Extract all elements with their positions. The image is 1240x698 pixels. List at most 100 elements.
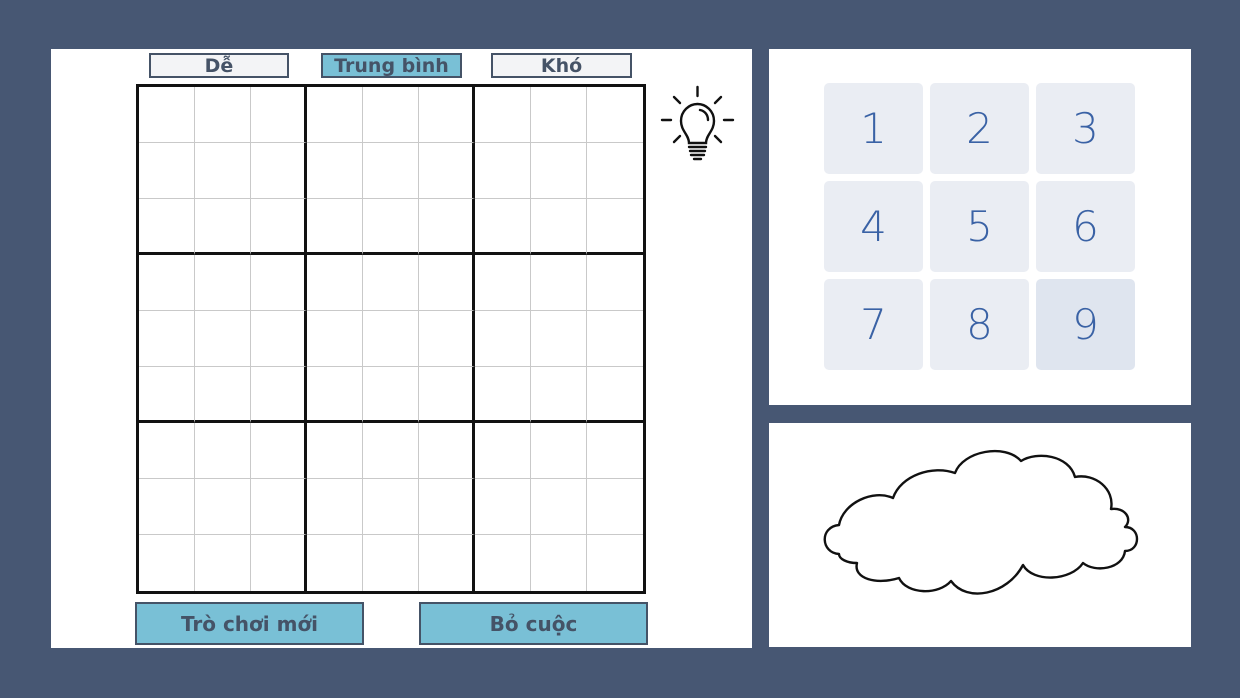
sudoku-cell[interactable] (475, 255, 531, 311)
sudoku-cell[interactable] (139, 367, 195, 423)
number-key-7[interactable]: 7 (824, 279, 923, 370)
sudoku-cell[interactable] (139, 311, 195, 367)
sudoku-cell[interactable] (307, 535, 363, 591)
sudoku-cell[interactable] (587, 311, 643, 367)
sudoku-cell[interactable] (363, 255, 419, 311)
sudoku-cell[interactable] (139, 535, 195, 591)
sudoku-cell[interactable] (531, 87, 587, 143)
sudoku-cell[interactable] (419, 535, 475, 591)
sudoku-cell[interactable] (531, 535, 587, 591)
sudoku-cell[interactable] (363, 143, 419, 199)
sudoku-cell[interactable] (419, 367, 475, 423)
sudoku-cell[interactable] (251, 311, 307, 367)
sudoku-cell[interactable] (195, 423, 251, 479)
number-key-2[interactable]: 2 (930, 83, 1029, 174)
number-key-8[interactable]: 8 (930, 279, 1029, 370)
number-key-4[interactable]: 4 (824, 181, 923, 272)
number-key-1[interactable]: 1 (824, 83, 923, 174)
sudoku-cell[interactable] (363, 199, 419, 255)
sudoku-cell[interactable] (307, 199, 363, 255)
sudoku-cell[interactable] (307, 423, 363, 479)
sudoku-cell[interactable] (587, 87, 643, 143)
sudoku-cell[interactable] (139, 87, 195, 143)
lightbulb-icon[interactable] (660, 85, 735, 165)
sudoku-cell[interactable] (587, 423, 643, 479)
give-up-button[interactable]: Bỏ cuộc (419, 602, 648, 645)
sudoku-cell[interactable] (195, 199, 251, 255)
sudoku-cell[interactable] (419, 311, 475, 367)
sudoku-cell[interactable] (195, 311, 251, 367)
sudoku-cell[interactable] (195, 367, 251, 423)
sudoku-cell[interactable] (419, 479, 475, 535)
new-game-button[interactable]: Trò chơi mới (135, 602, 364, 645)
sudoku-cell[interactable] (531, 199, 587, 255)
number-key-9[interactable]: 9 (1036, 279, 1135, 370)
sudoku-cell[interactable] (531, 423, 587, 479)
sudoku-cell[interactable] (363, 87, 419, 143)
sudoku-cell[interactable] (139, 143, 195, 199)
sudoku-cell[interactable] (531, 143, 587, 199)
numpad: 123 456 789 (824, 83, 1135, 370)
sudoku-cell[interactable] (251, 87, 307, 143)
sudoku-cell[interactable] (251, 423, 307, 479)
sudoku-cell[interactable] (363, 311, 419, 367)
sudoku-cell[interactable] (251, 199, 307, 255)
sudoku-cell[interactable] (531, 255, 587, 311)
sudoku-cell[interactable] (475, 367, 531, 423)
sudoku-cell[interactable] (531, 479, 587, 535)
sudoku-cell[interactable] (475, 423, 531, 479)
sudoku-cell[interactable] (475, 143, 531, 199)
sudoku-cell[interactable] (307, 311, 363, 367)
sudoku-cell[interactable] (475, 479, 531, 535)
sudoku-cell[interactable] (195, 479, 251, 535)
sudoku-cell[interactable] (307, 255, 363, 311)
sudoku-cell[interactable] (475, 199, 531, 255)
sudoku-cell[interactable] (587, 143, 643, 199)
number-key-3[interactable]: 3 (1036, 83, 1135, 174)
sudoku-cell[interactable] (363, 367, 419, 423)
sudoku-cell[interactable] (307, 367, 363, 423)
sudoku-cell[interactable] (139, 479, 195, 535)
sudoku-cell[interactable] (307, 479, 363, 535)
sudoku-cell[interactable] (139, 423, 195, 479)
cloud-icon (823, 449, 1139, 595)
sudoku-cell[interactable] (419, 143, 475, 199)
sudoku-cell[interactable] (195, 143, 251, 199)
sudoku-cell[interactable] (251, 255, 307, 311)
sudoku-cell[interactable] (419, 87, 475, 143)
sudoku-cell[interactable] (475, 311, 531, 367)
sudoku-cell[interactable] (475, 535, 531, 591)
sudoku-cell[interactable] (139, 199, 195, 255)
sudoku-cell[interactable] (363, 535, 419, 591)
sudoku-cell[interactable] (531, 311, 587, 367)
sudoku-cell[interactable] (419, 199, 475, 255)
sudoku-cell[interactable] (195, 87, 251, 143)
sudoku-cell[interactable] (419, 255, 475, 311)
sudoku-cell[interactable] (475, 87, 531, 143)
sudoku-cell[interactable] (419, 423, 475, 479)
sudoku-cell[interactable] (587, 535, 643, 591)
sudoku-cell[interactable] (531, 367, 587, 423)
sudoku-cell[interactable] (251, 143, 307, 199)
sudoku-cell[interactable] (195, 255, 251, 311)
sudoku-cell[interactable] (251, 367, 307, 423)
difficulty-medium-button[interactable]: Trung bình (321, 53, 462, 78)
sudoku-cell[interactable] (195, 535, 251, 591)
number-key-6[interactable]: 6 (1036, 181, 1135, 272)
sudoku-cell[interactable] (587, 479, 643, 535)
sudoku-cell[interactable] (587, 367, 643, 423)
sudoku-cell[interactable] (307, 87, 363, 143)
sudoku-cell[interactable] (139, 255, 195, 311)
difficulty-hard-button[interactable]: Khó (491, 53, 632, 78)
number-key-5[interactable]: 5 (930, 181, 1029, 272)
sudoku-cell[interactable] (587, 199, 643, 255)
sudoku-cell[interactable] (363, 423, 419, 479)
numpad-panel: 123 456 789 (769, 49, 1191, 405)
sudoku-cell[interactable] (307, 143, 363, 199)
sudoku-grid (136, 84, 646, 594)
sudoku-cell[interactable] (251, 535, 307, 591)
sudoku-cell[interactable] (363, 479, 419, 535)
difficulty-easy-button[interactable]: Dễ (149, 53, 289, 78)
sudoku-cell[interactable] (587, 255, 643, 311)
sudoku-cell[interactable] (251, 479, 307, 535)
